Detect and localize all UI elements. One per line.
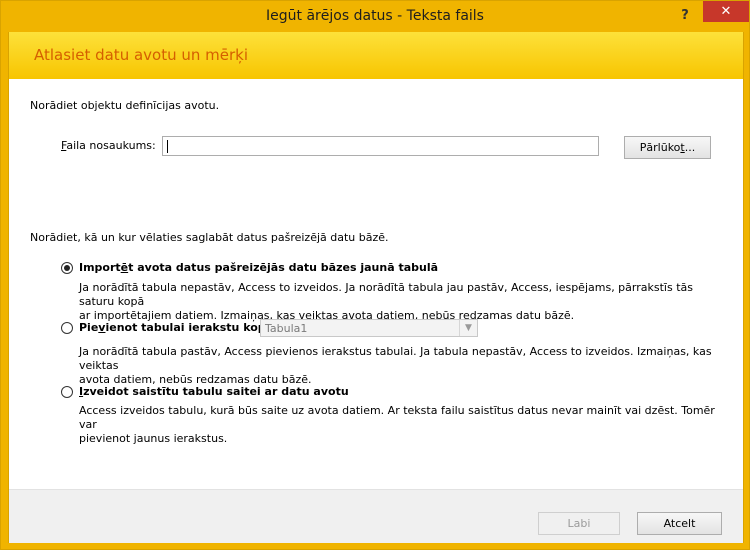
header-banner: Atlasiet datu avotu un mērķi <box>9 32 743 79</box>
option-link-description: Access izveidos tabulu, kurā būs saite u… <box>79 404 719 446</box>
help-button[interactable]: ? <box>673 6 697 26</box>
option-append-desc-line1: Ja norādītā tabula pastāv, Access pievie… <box>79 345 712 372</box>
option-import-pre: Import <box>79 261 121 274</box>
title-bar[interactable]: Iegūt ārējos datus - Teksta fails ? ✕ <box>1 1 749 32</box>
option-append-pre: Pie <box>79 321 99 334</box>
source-heading: Norādiet objektu definīcijas avotu. <box>30 99 220 112</box>
option-link-desc-line1: Access izveidos tabulu, kurā būs saite u… <box>79 404 715 431</box>
append-table-select[interactable]: Tabula1 ▼ <box>260 319 478 337</box>
browse-button[interactable]: Pārlūkot... <box>624 136 711 159</box>
radio-link-table[interactable] <box>61 386 73 398</box>
append-table-value: Tabula1 <box>265 322 308 335</box>
chevron-down-icon: ▼ <box>459 320 477 336</box>
option-import-label[interactable]: Importēt avota datus pašreizējās datu bā… <box>79 261 438 274</box>
option-append-description: Ja norādītā tabula pastāv, Access pievie… <box>79 345 719 387</box>
banner-title: Atlasiet datu avotu un mērķi <box>34 46 249 64</box>
browse-label-post: ... <box>684 141 696 154</box>
radio-selected-dot <box>64 265 70 271</box>
window-title: Iegūt ārējos datus - Teksta fails <box>266 8 484 24</box>
file-label-rest: aila nosaukums: <box>66 139 156 152</box>
radio-append-copy[interactable] <box>61 322 73 334</box>
dialog-content: Norādiet objektu definīcijas avotu. Fail… <box>9 79 743 489</box>
cancel-button[interactable]: Atcelt <box>637 512 722 535</box>
close-button[interactable]: ✕ <box>703 1 749 22</box>
option-import-description: Ja norādītā tabula nepastāv, Access to i… <box>79 281 719 323</box>
file-name-label: Faila nosaukums: <box>61 139 156 152</box>
option-import-desc-line1: Ja norādītā tabula nepastāv, Access to i… <box>79 281 693 308</box>
dialog-client: Atlasiet datu avotu un mērķi Norādiet ob… <box>8 32 744 543</box>
option-link-label[interactable]: Izveidot saistītu tabulu saitei ar datu … <box>79 385 349 398</box>
destination-heading: Norādiet, kā un kur vēlaties saglabāt da… <box>30 231 389 244</box>
option-append-label[interactable]: Pievienot tabulai ierakstu kopiju: <box>79 321 285 334</box>
file-name-input[interactable] <box>162 136 599 156</box>
browse-label-pre: Pārlūko <box>639 141 681 154</box>
text-caret <box>167 140 168 153</box>
dialog-window: Iegūt ārējos datus - Teksta fails ? ✕ At… <box>0 0 750 550</box>
option-link-desc-line2: pievienot jaunus ierakstus. <box>79 432 228 445</box>
option-import-post: t avota datus pašreizējās datu bāzes jau… <box>128 261 439 274</box>
option-link-post: zveidot saistītu tabulu saitei ar datu a… <box>83 385 349 398</box>
dialog-footer: Labi Atcelt <box>9 489 743 543</box>
ok-button[interactable]: Labi <box>538 512 620 535</box>
radio-import-new-table[interactable] <box>61 262 73 274</box>
option-append-post: ienot tabulai ierakstu kopiju: <box>105 321 286 334</box>
